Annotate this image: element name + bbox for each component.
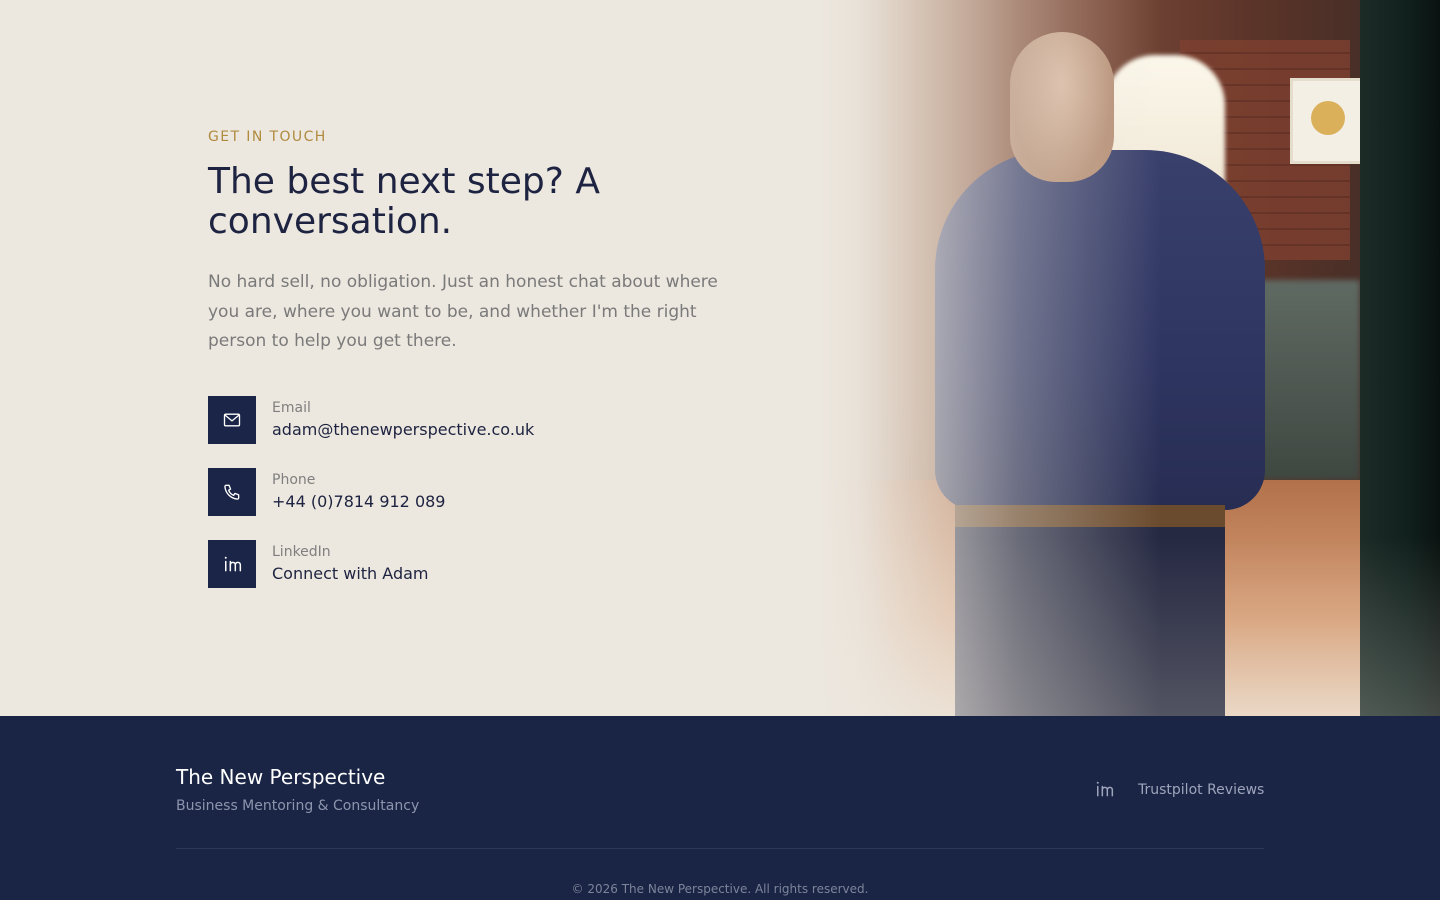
email-label: Email (272, 400, 311, 416)
footer-linkedin-link[interactable] (1093, 780, 1115, 802)
intro-text: No hard sell, no obligation. Just an hon… (208, 272, 718, 351)
copyright-text: © 2026 The New Perspective. All rights r… (571, 882, 869, 896)
site-footer: The New Perspective Business Mentoring &… (0, 716, 1440, 900)
phone-label: Phone (272, 472, 316, 488)
footer-brand-name: The New Perspective (176, 765, 386, 789)
phone-icon (208, 468, 256, 516)
trustpilot-reviews-link[interactable]: Trustpilot Reviews (1138, 782, 1264, 798)
linkedin-label: LinkedIn (272, 544, 331, 560)
contact-section: GET IN TOUCH The best next step? A conve… (0, 0, 1440, 716)
email-value: adam@thenewperspective.co.uk (272, 420, 535, 439)
email-contact-link[interactable]: Email adam@thenewperspective.co.uk (208, 396, 534, 444)
footer-divider (176, 848, 1264, 849)
footer-brand-tagline: Business Mentoring & Consultancy (176, 798, 420, 814)
page-title: The best next step? A conversation. (208, 161, 600, 242)
linkedin-contact-link[interactable]: LinkedIn Connect with Adam (208, 540, 428, 588)
mail-icon (208, 396, 256, 444)
linkedin-value: Connect with Adam (272, 564, 429, 583)
phone-value: +44 (0)7814 912 089 (272, 492, 446, 511)
linkedin-icon (1094, 779, 1114, 803)
section-eyebrow: GET IN TOUCH (208, 129, 327, 145)
phone-contact-link[interactable]: Phone +44 (0)7814 912 089 (208, 468, 445, 516)
portrait-photo (820, 0, 1440, 716)
linkedin-icon (208, 540, 256, 588)
